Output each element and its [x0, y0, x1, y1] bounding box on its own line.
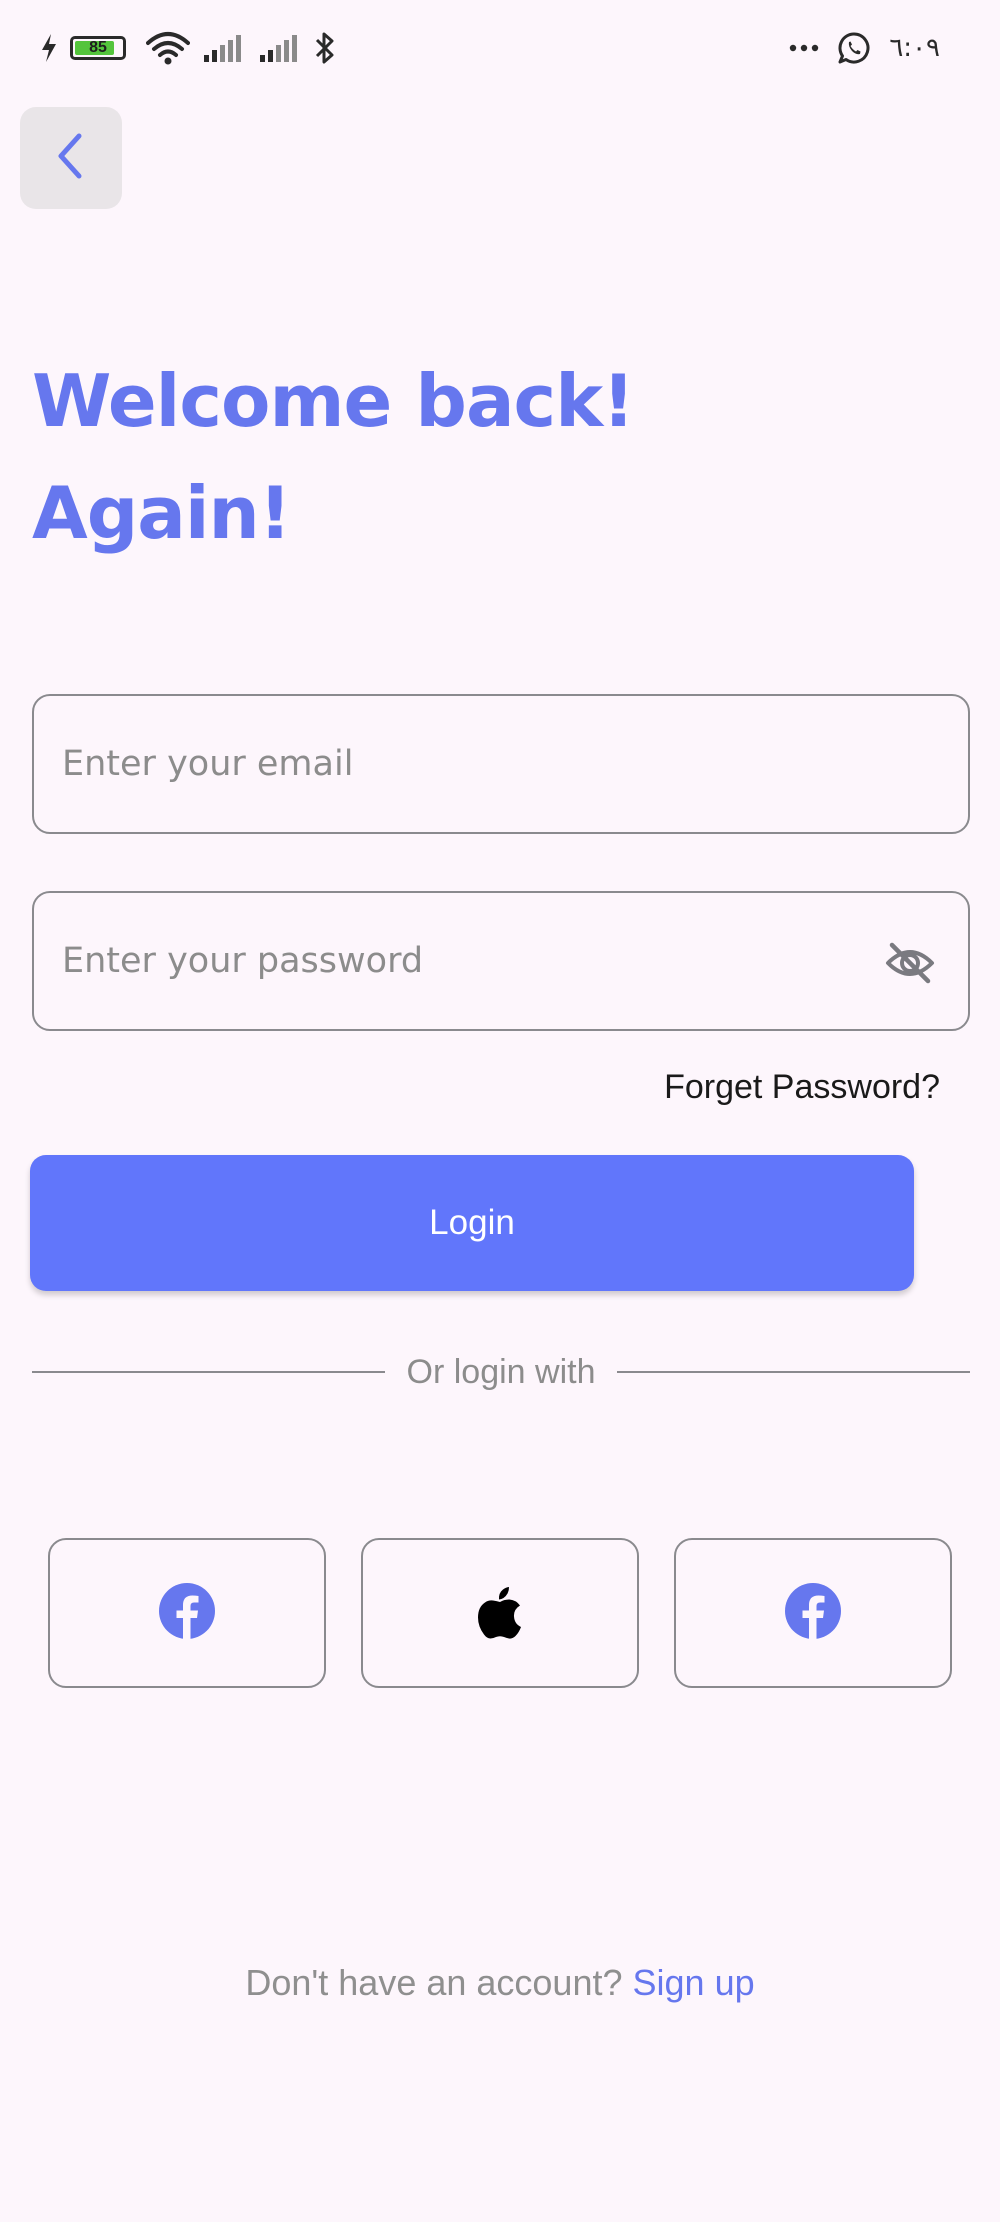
status-time: ٦:٠٩	[889, 33, 940, 63]
page-title: Welcome back! Again!	[32, 345, 635, 569]
email-input[interactable]	[62, 696, 882, 832]
whatsapp-icon	[837, 31, 871, 65]
more-dots-icon	[789, 43, 819, 53]
status-icons-left: 85	[40, 28, 336, 68]
apple-login-button[interactable]	[361, 1538, 639, 1688]
facebook-login-button[interactable]	[48, 1538, 326, 1688]
wifi-icon	[146, 31, 190, 65]
login-button[interactable]: Login	[30, 1155, 914, 1291]
signup-link[interactable]: Sign up	[633, 1962, 755, 2003]
title-line-2: Again!	[32, 471, 292, 555]
divider-label: Or login with	[406, 1352, 596, 1391]
facebook-icon	[158, 1582, 216, 1644]
facebook-icon	[784, 1582, 842, 1644]
back-button[interactable]	[20, 107, 122, 209]
bluetooth-icon	[314, 31, 336, 65]
signal-icon	[258, 33, 302, 63]
signal-icon	[202, 33, 246, 63]
chevron-left-icon	[51, 130, 91, 186]
forget-password-link[interactable]: Forget Password?	[664, 1068, 940, 1107]
signup-row: Don't have an account? Sign up	[0, 1962, 1000, 2004]
signup-prompt: Don't have an account?	[245, 1962, 623, 2003]
email-field-container	[32, 694, 970, 834]
facebook-login-button[interactable]	[674, 1538, 952, 1688]
title-line-1: Welcome back!	[32, 359, 635, 443]
apple-icon	[476, 1583, 524, 1643]
divider-line-left	[32, 1371, 385, 1373]
charging-bolt-icon	[40, 33, 58, 63]
battery-level-text: 85	[89, 39, 107, 56]
divider-line-right	[617, 1371, 970, 1373]
eye-off-icon[interactable]	[884, 937, 936, 989]
password-field-container	[32, 891, 970, 1031]
status-bar: 85 ٦:٠٩	[0, 0, 1000, 96]
or-login-divider: Or login with	[32, 1350, 970, 1394]
battery-icon: 85	[70, 36, 126, 60]
password-input[interactable]	[62, 893, 882, 1029]
status-icons-right: ٦:٠٩	[789, 28, 940, 68]
